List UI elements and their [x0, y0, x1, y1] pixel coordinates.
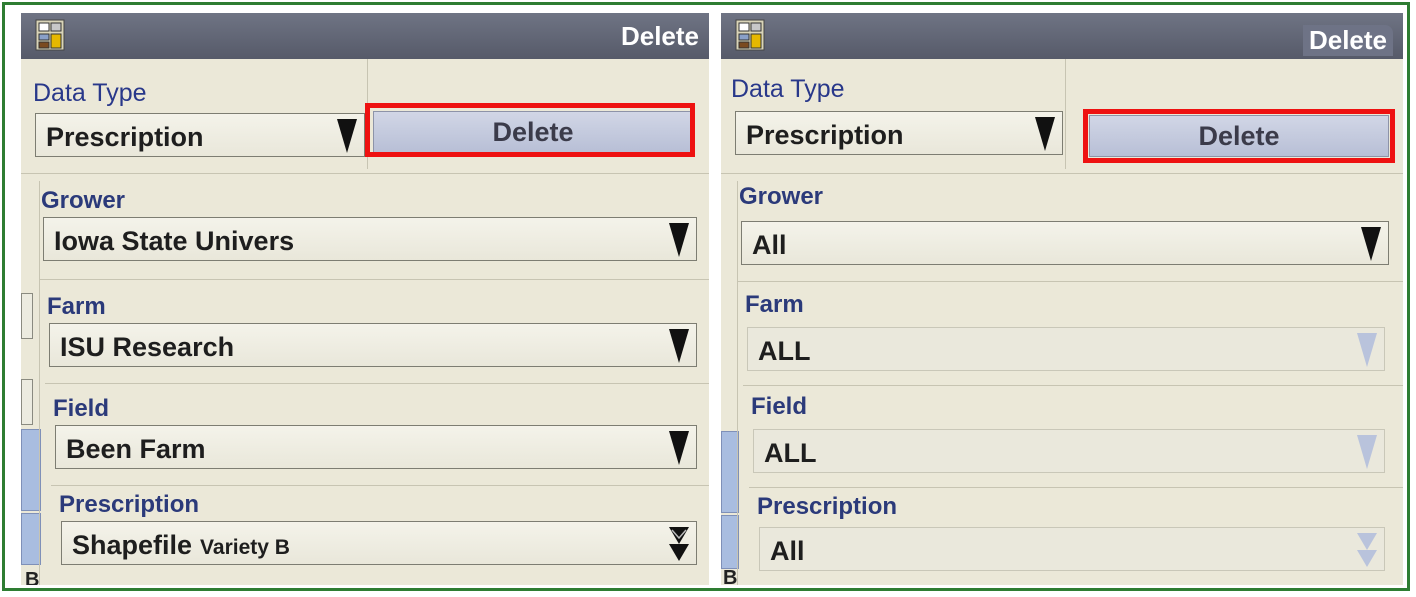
prescription-label: Prescription: [59, 491, 200, 518]
divider: [39, 181, 40, 585]
field-dropdown[interactable]: Been Farm: [55, 425, 697, 469]
field-value: ALL: [764, 438, 817, 468]
right-panel: Delete Data Type Prescription Delete B G…: [721, 13, 1403, 585]
farm-value: ALL: [758, 336, 811, 366]
divider: [45, 383, 709, 384]
divider: [1065, 59, 1066, 169]
left-panel: Delete Data Type Prescription Delete B G…: [21, 13, 709, 585]
grower-dropdown[interactable]: Iowa State Univers: [43, 217, 697, 261]
data-type-label: Data Type: [731, 75, 845, 103]
grower-label: Grower: [739, 183, 824, 210]
divider: [21, 173, 709, 174]
divider: [39, 279, 709, 280]
grower-label: Grower: [41, 187, 126, 214]
double-chevron-down-icon: [669, 527, 689, 561]
farm-label: Farm: [47, 293, 106, 320]
dropdown-arrow-icon: [669, 329, 689, 363]
farm-dropdown[interactable]: ALL: [747, 327, 1385, 371]
dropdown-arrow-icon: [1357, 435, 1377, 469]
dropdown-arrow-icon: [669, 431, 689, 465]
prescription-label: Prescription: [757, 493, 898, 520]
data-type-dropdown[interactable]: Prescription: [735, 111, 1063, 155]
prescription-value-main: Shapefile: [72, 530, 193, 560]
field-value: Been Farm: [66, 434, 206, 464]
prescription-dropdown[interactable]: All: [759, 527, 1385, 571]
grower-value: Iowa State Univers: [54, 226, 295, 256]
title-bar: Delete: [21, 13, 709, 59]
edge-label: B: [723, 567, 738, 585]
farm-label: Farm: [745, 291, 804, 318]
title-delete: Delete: [620, 21, 699, 51]
highlight-box: [1083, 109, 1395, 163]
edge-tab[interactable]: [21, 293, 33, 339]
field-label: Field: [53, 395, 110, 422]
divider: [51, 485, 709, 486]
prescription-value-sub: Variety B: [200, 536, 290, 559]
field-label: Field: [751, 393, 808, 420]
edge-tab[interactable]: [21, 513, 41, 565]
title-bar: Delete: [721, 13, 1403, 59]
title-delete: Delete: [1302, 25, 1393, 56]
data-type-value: Prescription: [746, 120, 904, 150]
prescription-dropdown[interactable]: Shapefile Variety B: [61, 521, 697, 565]
dropdown-arrow-icon: [337, 119, 357, 153]
dropdown-arrow-icon: [669, 223, 689, 257]
divider: [743, 385, 1403, 386]
dropdown-arrow-icon: [1361, 227, 1381, 261]
farm-value: ISU Research: [60, 332, 235, 362]
grower-value: All: [752, 230, 787, 260]
dropdown-arrow-icon: [1035, 117, 1055, 151]
edge-label: B: [25, 569, 40, 585]
data-type-label: Data Type: [33, 79, 147, 107]
prescription-value: Shapefile Variety B: [72, 530, 290, 561]
app-icon: [35, 19, 65, 51]
divider: [749, 487, 1403, 488]
screenshot-frame: Delete Data Type Prescription Delete B G…: [2, 2, 1410, 591]
edge-tab[interactable]: [21, 379, 33, 425]
farm-dropdown[interactable]: ISU Research: [49, 323, 697, 367]
data-type-dropdown[interactable]: Prescription: [35, 113, 365, 157]
highlight-box: [365, 103, 695, 157]
prescription-value: All: [770, 536, 805, 566]
app-icon: [735, 19, 765, 51]
divider: [737, 181, 738, 585]
dropdown-arrow-icon: [1357, 333, 1377, 367]
data-type-value: Prescription: [46, 122, 204, 152]
divider: [721, 173, 1403, 174]
edge-tab[interactable]: [21, 429, 41, 511]
double-chevron-down-icon: [1357, 533, 1377, 567]
grower-dropdown[interactable]: All: [741, 221, 1389, 265]
divider: [737, 281, 1403, 282]
field-dropdown[interactable]: ALL: [753, 429, 1385, 473]
